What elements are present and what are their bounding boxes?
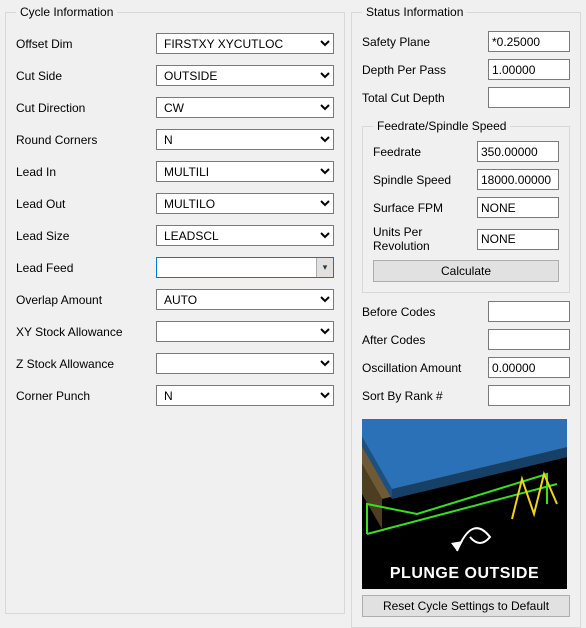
lead-out-label: Lead Out (16, 197, 156, 211)
preview-caption: PLUNGE OUTSIDE (362, 565, 567, 583)
feedrate-legend: Feedrate/Spindle Speed (373, 119, 510, 133)
corner-punch-label: Corner Punch (16, 389, 156, 403)
z-stock-select[interactable] (156, 353, 334, 374)
offset-dim-label: Offset Dim (16, 37, 156, 51)
safety-plane-input[interactable] (488, 31, 570, 52)
before-codes-input[interactable] (488, 301, 570, 322)
cycle-info-legend: Cycle Information (16, 5, 117, 19)
depth-per-pass-label: Depth Per Pass (362, 63, 488, 77)
safety-plane-label: Safety Plane (362, 35, 488, 49)
reset-defaults-button[interactable]: Reset Cycle Settings to Default (362, 595, 570, 617)
xy-stock-select[interactable] (156, 321, 334, 342)
lead-in-select[interactable]: MULTILI (156, 161, 334, 182)
before-codes-label: Before Codes (362, 305, 488, 319)
overlap-amount-select[interactable]: AUTO (156, 289, 334, 310)
lead-feed-input[interactable] (156, 257, 334, 278)
surface-fpm-input[interactable] (477, 197, 559, 218)
round-corners-select[interactable]: N (156, 129, 334, 150)
xy-stock-label: XY Stock Allowance (16, 325, 156, 339)
surface-fpm-label: Surface FPM (373, 201, 477, 215)
sort-rank-input[interactable] (488, 385, 570, 406)
z-stock-label: Z Stock Allowance (16, 357, 156, 371)
lead-size-label: Lead Size (16, 229, 156, 243)
units-per-rev-label: Units Per Revolution (373, 225, 477, 253)
cut-side-select[interactable]: OUTSIDE (156, 65, 334, 86)
feedrate-group: Feedrate/Spindle Speed Feedrate Spindle … (362, 119, 570, 293)
lead-out-select[interactable]: MULTILO (156, 193, 334, 214)
lead-size-select[interactable]: LEADSCL (156, 225, 334, 246)
offset-dim-select[interactable]: FIRSTXY XYCUTLOC (156, 33, 334, 54)
lead-feed-select[interactable]: ▾ (156, 257, 334, 278)
sort-rank-label: Sort By Rank # (362, 389, 488, 403)
corner-punch-select[interactable]: N (156, 385, 334, 406)
feedrate-label: Feedrate (373, 145, 477, 159)
cycle-information-group: Cycle Information Offset Dim FIRSTXY XYC… (5, 5, 345, 614)
after-codes-label: After Codes (362, 333, 488, 347)
cut-direction-select[interactable]: CW (156, 97, 334, 118)
oscillation-label: Oscillation Amount (362, 361, 488, 375)
status-info-legend: Status Information (362, 5, 467, 19)
preview-image: PLUNGE OUTSIDE (362, 419, 567, 589)
units-per-rev-input[interactable] (477, 229, 559, 250)
status-information-group: Status Information Safety Plane Depth Pe… (351, 5, 581, 628)
calculate-button[interactable]: Calculate (373, 260, 559, 282)
lead-in-label: Lead In (16, 165, 156, 179)
total-cut-depth-label: Total Cut Depth (362, 91, 488, 105)
overlap-amount-label: Overlap Amount (16, 293, 156, 307)
after-codes-input[interactable] (488, 329, 570, 350)
oscillation-input[interactable] (488, 357, 570, 378)
cut-side-label: Cut Side (16, 69, 156, 83)
total-cut-depth-input[interactable] (488, 87, 570, 108)
spindle-speed-input[interactable] (477, 169, 559, 190)
lead-feed-label: Lead Feed (16, 261, 156, 275)
cut-direction-label: Cut Direction (16, 101, 156, 115)
chevron-down-icon[interactable]: ▾ (316, 258, 333, 277)
depth-per-pass-input[interactable] (488, 59, 570, 80)
round-corners-label: Round Corners (16, 133, 156, 147)
spindle-speed-label: Spindle Speed (373, 173, 477, 187)
feedrate-input[interactable] (477, 141, 559, 162)
